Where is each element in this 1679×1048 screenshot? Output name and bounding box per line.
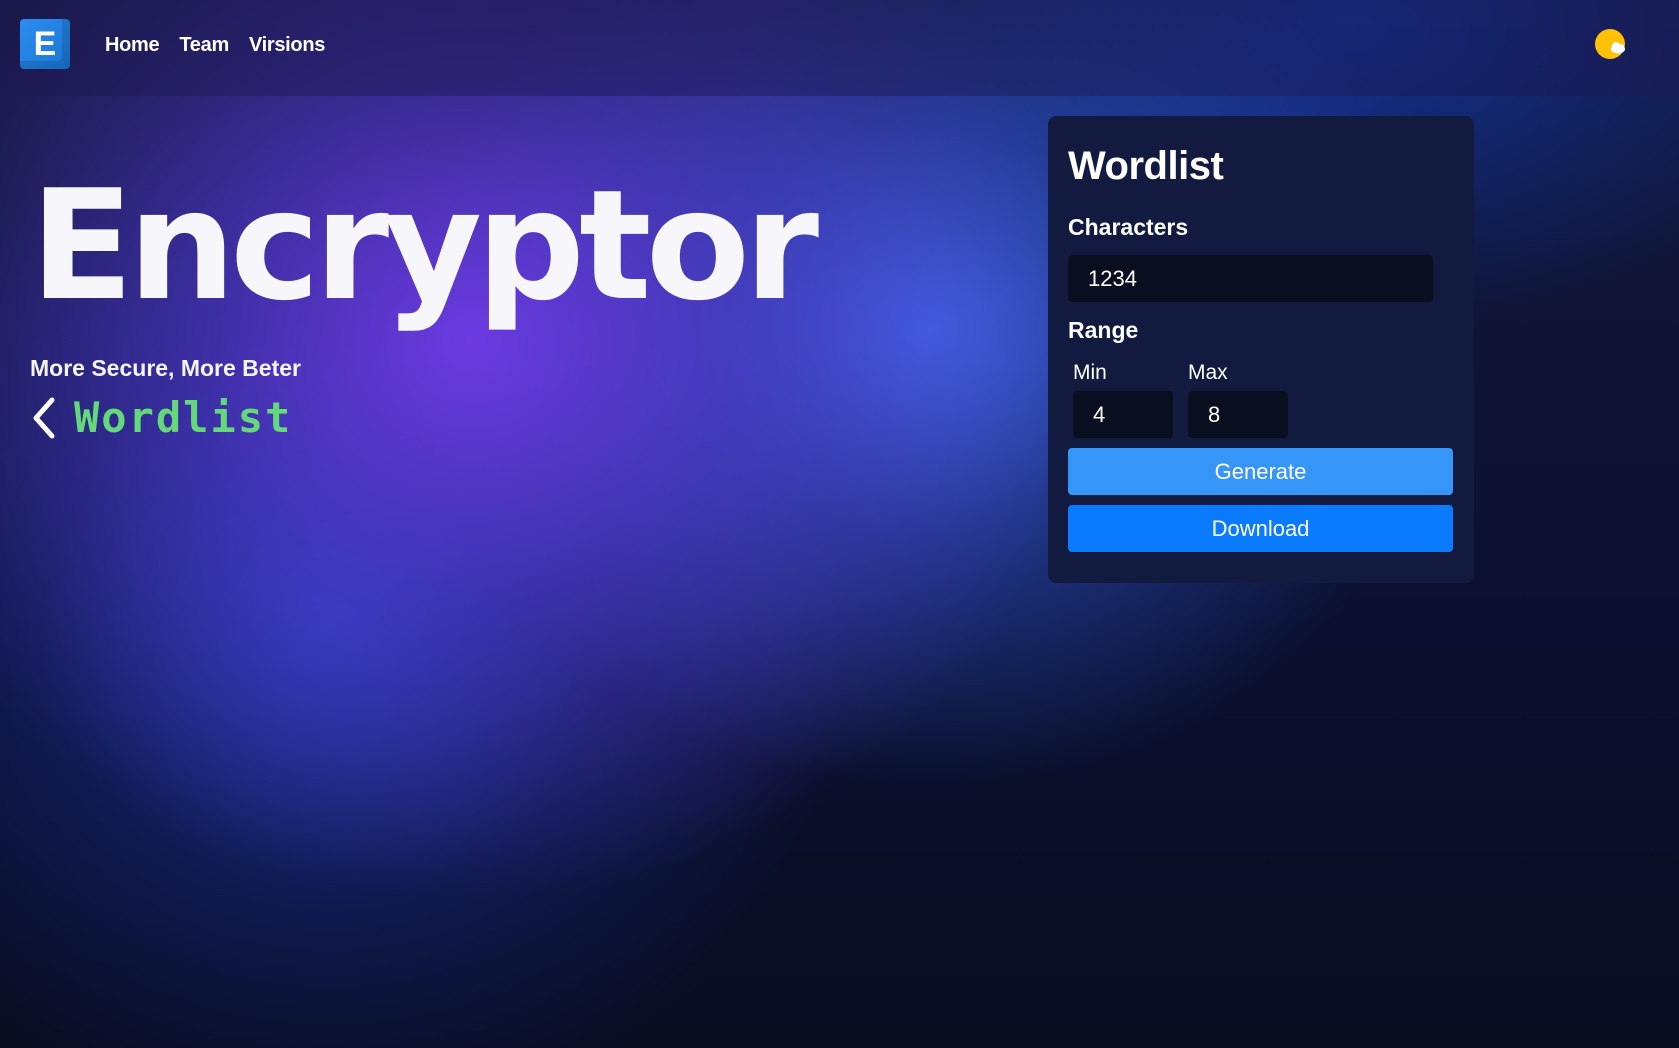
max-label: Max (1188, 361, 1228, 384)
wordlist-card: Wordlist Characters Range Min Max Genera… (1048, 116, 1474, 583)
generate-button[interactable]: Generate (1068, 448, 1453, 495)
chevron-left-icon[interactable] (30, 396, 60, 440)
nav-link-home[interactable]: Home (105, 34, 160, 57)
logo-letter: E (33, 24, 57, 63)
nav-link-virsions[interactable]: Virsions (249, 34, 325, 57)
download-button[interactable]: Download (1068, 505, 1453, 552)
characters-input[interactable] (1068, 255, 1433, 302)
sun-cloud-icon (1595, 29, 1625, 59)
hero-subtitle: More Secure, More Beter (30, 355, 301, 381)
hero-title: Encryptor (30, 157, 819, 334)
theme-toggle-button[interactable] (1594, 28, 1628, 62)
card-title: Wordlist (1068, 144, 1224, 188)
min-label: Min (1073, 361, 1107, 384)
section-back-link[interactable]: Wordlist (30, 393, 292, 442)
min-input[interactable] (1073, 391, 1173, 438)
characters-label: Characters (1068, 214, 1189, 240)
main-nav: Home Team Virsions (105, 34, 325, 57)
top-navbar: E Home Team Virsions (0, 0, 1679, 96)
range-label: Range (1068, 317, 1139, 343)
app-logo[interactable]: E (20, 19, 70, 69)
nav-link-team[interactable]: Team (179, 34, 229, 57)
max-input[interactable] (1188, 391, 1288, 438)
section-label[interactable]: Wordlist (74, 393, 292, 442)
